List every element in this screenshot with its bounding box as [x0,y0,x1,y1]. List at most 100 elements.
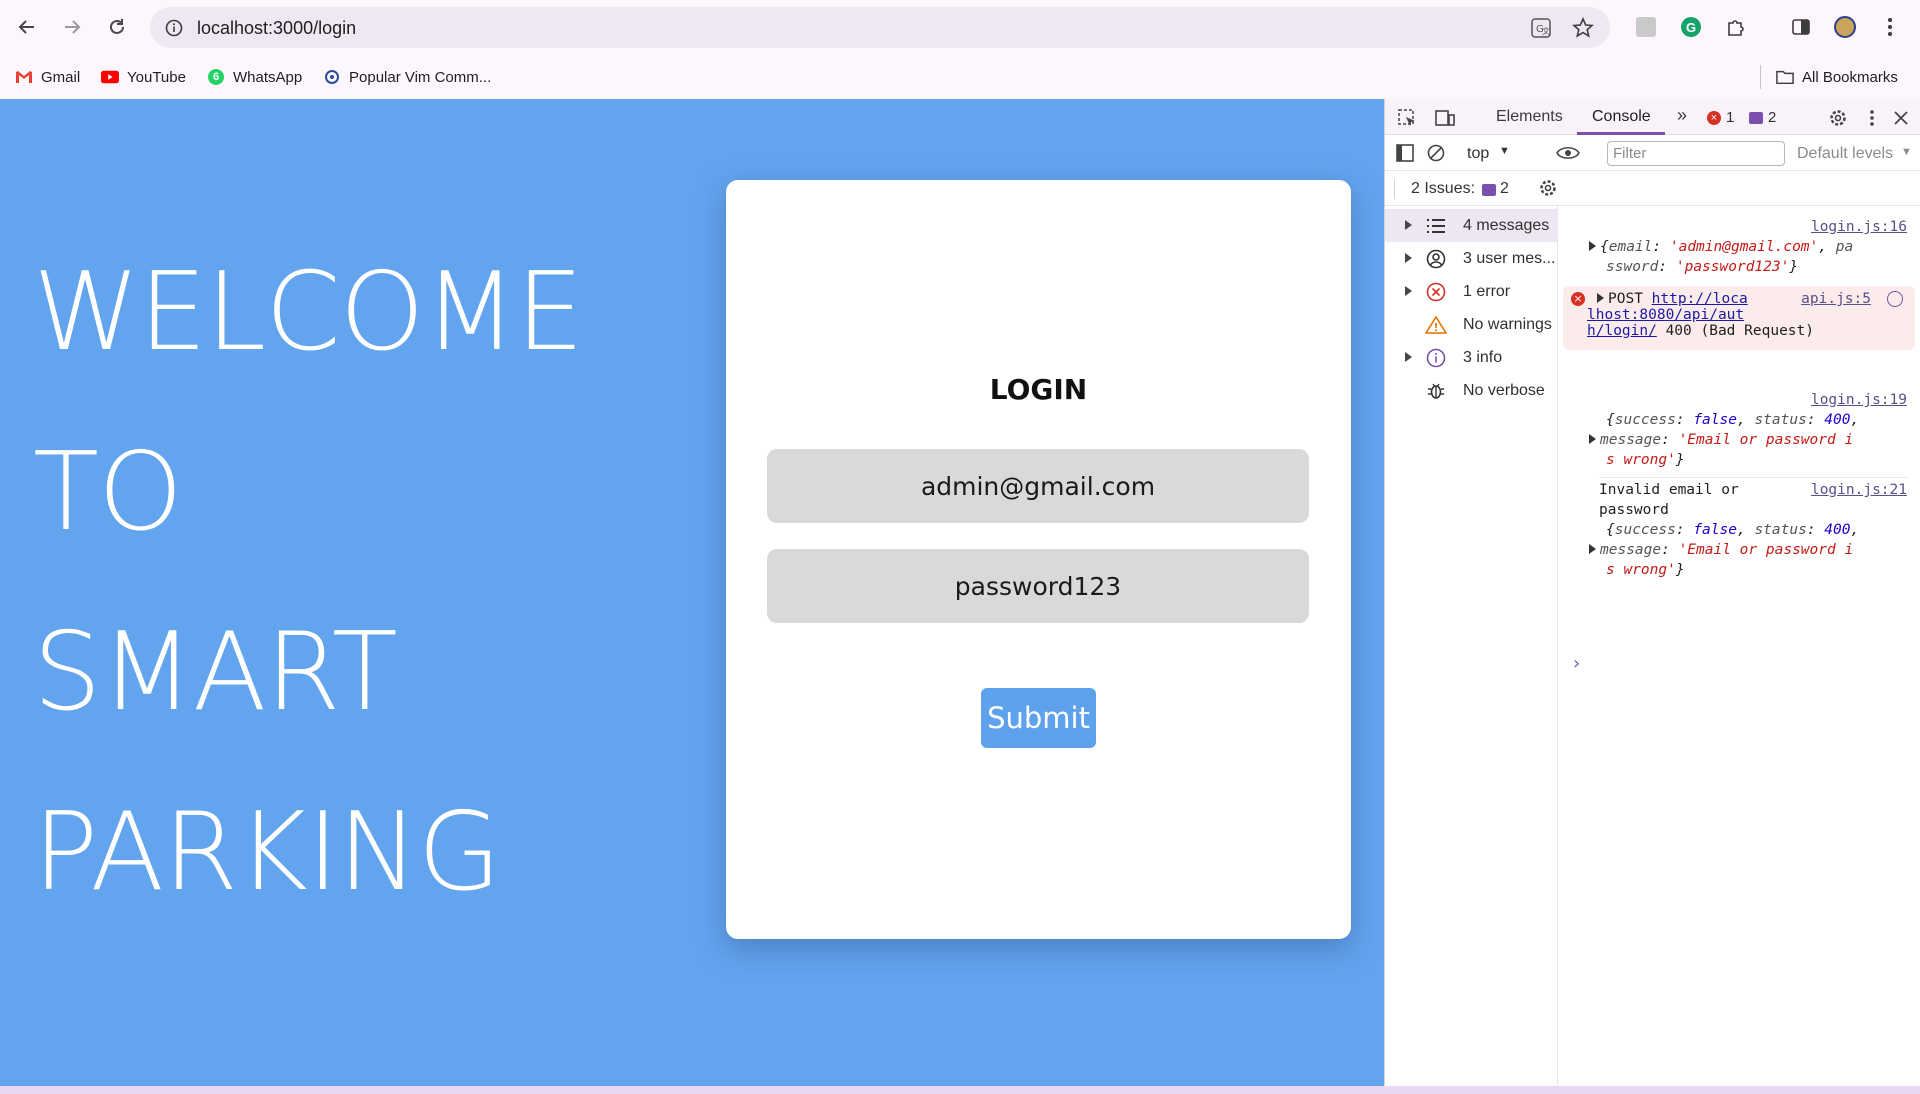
error-counter[interactable]: × 1 [1707,109,1734,126]
expand-icon [1405,352,1412,362]
avatar[interactable] [1831,13,1859,41]
status-text: 400 (Bad Request) [1665,323,1814,339]
device-toolbar-icon[interactable] [1433,106,1457,130]
context-select[interactable]: top [1467,145,1489,163]
gmail-icon [15,68,33,86]
bookmark-whatsapp[interactable]: 6 WhatsApp [207,64,302,90]
value: 400 [1824,412,1851,428]
tab-console[interactable]: Console [1592,108,1651,126]
log-text: Invalid email or [1599,482,1739,498]
inspect-icon[interactable] [1395,106,1419,130]
forward-button[interactable] [58,13,86,41]
sidebar-item-warnings[interactable]: No warnings [1385,308,1558,341]
grammarly-icon[interactable]: G [1677,13,1705,41]
chevron-down-icon[interactable]: ▼ [1499,145,1510,157]
source-link[interactable]: login.js:21 [1811,480,1907,500]
console-prompt[interactable]: › [1571,654,1582,674]
value: 'Email or password i [1678,432,1854,448]
eye-icon[interactable] [1556,141,1580,165]
arrow-left-icon [18,20,34,34]
bug-icon [1424,379,1448,403]
menu-icon[interactable] [1876,13,1904,41]
sidebar-item-messages[interactable]: 4 messages [1385,209,1558,242]
settings-gear-icon[interactable] [1826,106,1850,130]
svg-text:文: 文 [1542,26,1550,36]
reload-icon [110,19,124,34]
error-icon: × [1571,292,1585,306]
sidebar-item-user-messages[interactable]: 3 user mes... [1385,242,1558,275]
expand-icon[interactable] [1597,293,1604,303]
expand-icon [1405,253,1412,263]
more-tabs-icon[interactable]: » [1677,105,1687,126]
puzzle-icon[interactable] [1722,13,1750,41]
welcome-line-2: TO [33,430,183,555]
back-button[interactable] [13,13,41,41]
value: false [1693,522,1737,538]
address-bar[interactable]: localhost:3000/login G文 [150,7,1610,48]
expand-icon [1405,286,1412,296]
password-field[interactable]: password123 [767,549,1309,623]
console-output: login.js:16 {email: 'admin@gmail.com', p… [1559,206,1920,1086]
sidebar-item-verbose[interactable]: No verbose [1385,374,1558,407]
reload-button[interactable] [103,13,131,41]
welcome-line-3: SMART [33,610,398,735]
sidebar-item-label: 4 messages [1463,217,1550,234]
source-link[interactable]: api.js:5 [1801,289,1871,309]
object-preview[interactable]: {success: false, status: 400, [1606,410,1859,430]
bookmark-gmail[interactable]: Gmail [15,64,80,90]
error-icon [1424,280,1448,304]
expand-icon[interactable] [1589,434,1596,444]
request-url[interactable]: h/login/ [1587,323,1657,339]
email-field[interactable]: admin@gmail.com [767,449,1309,523]
devtools-panel: Elements Console » × 1 2 top ▼ Filter De… [1384,99,1920,1086]
issue-counter[interactable]: 2 [1749,109,1776,126]
console-error-row: × POST http://loca api.js:5 lhost:8080/a… [1563,286,1915,350]
warning-icon [1424,313,1448,337]
tab-elements[interactable]: Elements [1496,108,1563,126]
vim-icon [323,68,341,86]
sidebar-item-label: 3 user mes... [1463,250,1556,267]
object-preview[interactable]: {success: false, status: 400, [1606,520,1859,540]
welcome-line-4: PARKING [33,790,501,915]
log-text-cont: password [1599,502,1669,518]
issues-label[interactable]: 2 Issues: [1411,180,1475,198]
filter-input[interactable]: Filter [1607,141,1785,166]
levels-chevron-icon[interactable]: ▼ [1901,146,1912,158]
expand-icon[interactable] [1589,544,1596,554]
close-icon[interactable] [1889,106,1913,130]
source-link[interactable]: login.js:16 [1811,217,1907,237]
object-preview-cont: message: 'Email or password i [1589,430,1853,450]
expand-icon [1405,220,1412,230]
sidebar-item-info[interactable]: 3 info [1385,341,1558,374]
sidebar-item-label: No warnings [1463,316,1552,333]
object-preview-cont: ssword: 'password123'} [1606,259,1799,275]
all-bookmarks-button[interactable]: All Bookmarks [1776,64,1898,90]
key: pa [1835,239,1854,255]
sidebar-item-errors[interactable]: 1 error [1385,275,1558,308]
site-info-icon[interactable] [162,16,186,40]
clear-console-icon[interactable] [1424,141,1448,165]
object-preview[interactable]: {email: 'admin@gmail.com', pa [1589,237,1853,257]
sidebar-item-label: 1 error [1463,283,1511,300]
extension-icon[interactable] [1632,13,1660,41]
sidebar-toggle-icon[interactable] [1393,141,1417,165]
source-link[interactable]: login.js:19 [1811,390,1907,410]
value: false [1693,412,1737,428]
expand-icon [1589,241,1596,251]
value: s wrong' [1606,452,1676,468]
submit-button[interactable]: Submit [981,688,1096,748]
issues-settings-icon[interactable] [1536,176,1560,200]
value: 'password123' [1675,259,1790,275]
network-icon[interactable] [1887,291,1903,307]
side-panel-icon[interactable] [1787,13,1815,41]
log-levels-select[interactable]: Default levels [1797,145,1893,163]
bookmark-youtube[interactable]: YouTube [101,64,186,90]
bookmark-vim[interactable]: Popular Vim Comm... [323,64,491,90]
issues-count[interactable]: 2 [1500,180,1509,198]
folder-icon [1776,68,1794,86]
url-text[interactable]: localhost:3000/login [197,18,356,39]
devtools-menu-icon[interactable] [1860,106,1884,130]
all-bookmarks-label: All Bookmarks [1802,68,1898,86]
translate-icon[interactable]: G文 [1529,16,1553,40]
bookmark-star-icon[interactable] [1571,16,1595,40]
